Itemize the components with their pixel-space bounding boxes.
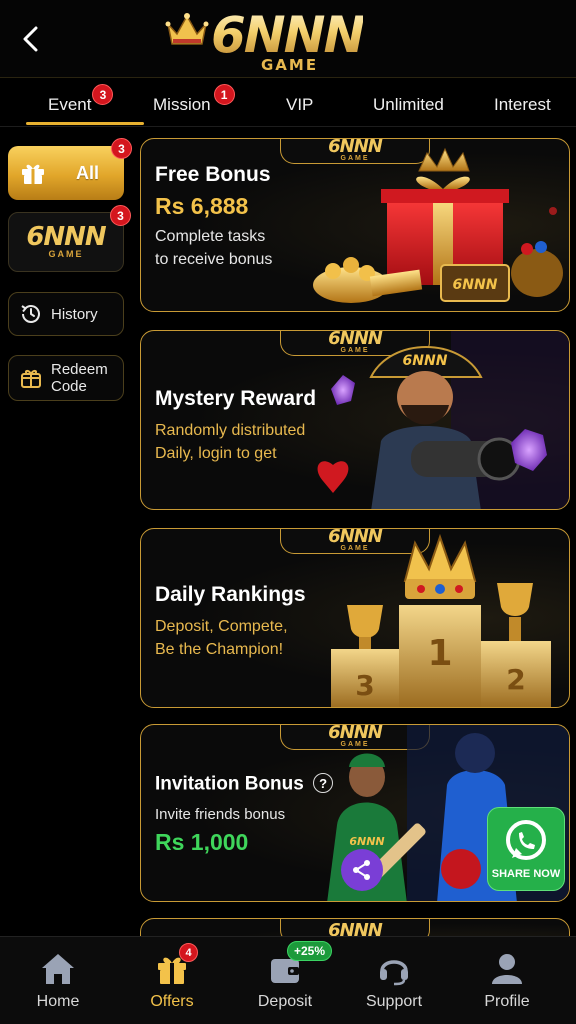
redeem-code-button[interactable]: Redeem Code [8,355,124,401]
logo-subtext: GAME [261,56,319,74]
card-title: Mystery Reward [155,387,317,410]
pirate-illustration: 6NNN [317,331,569,509]
tab-mission[interactable]: Mission 1 [153,84,235,115]
top-tabs: Event 3 Mission 1 VIP Unlimited Interest [0,80,576,127]
invitation-title-text: Invitation Bonus [155,773,304,795]
redeem-label-line1: Redeem [51,361,108,378]
card-description: Complete tasks to receive bonus [155,225,272,271]
chevron-left-icon [23,26,38,52]
invitation-bonus-card[interactable]: 6NNN GAME Invitation Bonus ? Invite frie… [140,724,570,902]
active-tab-indicator [26,122,144,125]
whatsapp-share-button[interactable]: SHARE NOW [487,807,565,891]
crown-icon [165,13,209,45]
card-description-line: Randomly distributed [155,422,306,439]
invite-bonus-amount: Rs 1,000 [155,829,249,855]
tab-vip[interactable]: VIP [286,95,313,115]
chest-brand-text: 6NNN [453,277,498,293]
tab-unlimited[interactable]: Unlimited [373,95,444,115]
tab-vip-label: VIP [286,95,314,114]
free-bonus-card[interactable]: 6NNN GAME Free Bonus Rs 6,888 Complete t… [140,138,570,312]
sidebar-all-badge: 3 [111,138,132,159]
nav-support[interactable]: Support [344,937,444,1024]
nav-home[interactable]: Home [8,937,108,1024]
share-icon [353,860,370,880]
podium-illustration: 1 2 3 [331,533,551,707]
card-description: Invite friends bonus [155,806,286,823]
card-description: Deposit, Compete, Be the Champion! [155,615,288,661]
sidebar-item-all-label: All [76,162,100,183]
tab-event-label: Event [48,95,92,114]
share-now-label: SHARE NOW [491,868,561,880]
tabs-divider [0,126,576,127]
back-button[interactable] [14,22,48,56]
share-button[interactable] [341,849,383,891]
card-description-line: to receive bonus [155,251,273,268]
nav-home-label: Home [36,993,80,1010]
tab-event-badge: 3 [92,84,114,105]
home-icon [38,949,78,989]
gift-icon: 4 [152,943,198,989]
hat-brand-text: 6NNN [403,353,448,369]
wallet-icon: +25% [265,941,333,989]
card-description-line: Be the Champion! [155,641,284,658]
redeem-label-line2: Code [51,378,87,395]
bottom-navigation: Home 4 Offers +25% Deposit Support Profi… [0,936,576,1024]
card-description-line: Daily, login to get [155,445,277,462]
sidebar-item-6nnn[interactable]: 6NNN GAME 3 [8,205,131,272]
daily-rankings-card[interactable]: 6NNN GAME Daily Rankings Deposit, Compet… [140,528,570,708]
nav-offers[interactable]: 4 Offers [122,937,222,1024]
card-description-line: Complete tasks [155,228,266,245]
tab-mission-label: Mission [153,95,211,114]
tab-unlimited-label: Unlimited [373,95,444,114]
redeem-code-label: Redeem Code [51,361,108,395]
podium-second-label: 2 [506,663,525,696]
tab-mission-badge: 1 [213,84,235,105]
nav-offers-badge: 4 [179,943,198,962]
whatsapp-icon [506,820,546,860]
card-title: Free Bonus [155,163,271,186]
card-description: Randomly distributed Daily, login to get [155,419,305,465]
jersey-brand-text: 6NNN [349,835,384,848]
sidebar-item-all[interactable]: All 3 [8,138,132,200]
nav-deposit[interactable]: +25% Deposit [235,937,335,1024]
card-title: Daily Rankings [155,583,306,606]
gift-treasure-illustration: 6NNN [313,147,563,303]
history-button[interactable]: History [8,292,124,336]
tab-interest[interactable]: Interest [494,95,551,115]
tab-event[interactable]: Event 3 [48,84,114,115]
app-logo: 6NNN GAME [165,6,415,74]
mystery-reward-card[interactable]: 6NNN GAME Mystery Reward Randomly distri… [140,330,570,510]
sidebar-brand-logo: 6NNN [26,222,106,252]
user-icon [487,949,527,989]
nav-offers-label: Offers [150,993,194,1010]
podium-third-label: 3 [355,669,374,702]
redeem-gift-icon [21,370,41,388]
sidebar-brand-badge: 3 [110,205,131,226]
podium-first-label: 1 [427,633,452,674]
card-description-line: Deposit, Compete, [155,618,288,635]
headset-icon [374,949,414,989]
nav-profile-label: Profile [484,993,530,1010]
history-label: History [51,305,98,323]
nav-profile[interactable]: Profile [457,937,557,1024]
nav-support-label: Support [365,993,423,1010]
deposit-promo-badge: +25% [287,941,333,961]
card-title: Invitation Bonus ? [155,773,334,796]
history-icon [21,305,40,323]
gift-icon [22,164,44,184]
header: 6NNN GAME [0,0,576,78]
sidebar-brand-sub: GAME [48,249,84,259]
nav-deposit-label: Deposit [257,993,313,1010]
bonus-amount: Rs 6,888 [155,193,249,219]
tab-interest-label: Interest [494,95,551,114]
